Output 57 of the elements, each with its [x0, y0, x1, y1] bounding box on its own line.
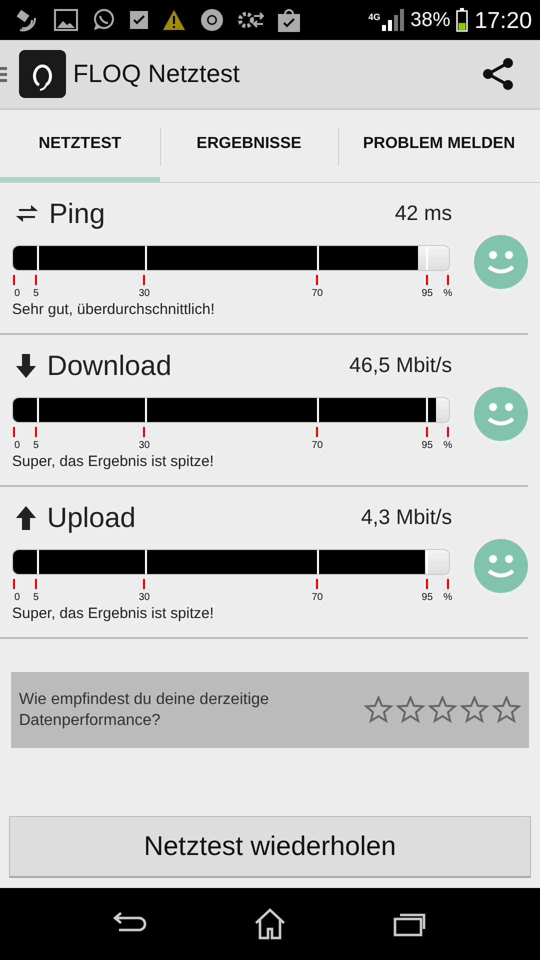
app-title: FLOQ Netztest [73, 60, 240, 88]
tab[interactable]: ERGEBNISSE [160, 110, 338, 182]
scale-label: 95 [422, 288, 433, 299]
chat-icon [92, 8, 116, 32]
share-icon[interactable] [482, 58, 514, 90]
browser-icon [200, 8, 224, 32]
scale-label: 5 [33, 592, 39, 603]
scale-label: 5 [33, 440, 39, 451]
scale-label: 0 [14, 440, 20, 451]
scale-label: 0 [14, 288, 20, 299]
warning-icon [162, 9, 186, 31]
tab[interactable]: NETZTEST [0, 110, 160, 182]
smiley-icon [474, 387, 528, 441]
network-type: 4G [368, 12, 380, 22]
scale-label: % [443, 592, 452, 603]
metric-title: Upload [47, 502, 136, 534]
scale-label: 95 [422, 440, 433, 451]
rating-question: Wie empfindest du deine derzeitige Datenperformance? [19, 690, 270, 731]
recent-apps-icon[interactable] [393, 911, 427, 937]
tab[interactable]: PROBLEM MELDEN [338, 110, 540, 182]
app-logo[interactable] [19, 50, 66, 98]
menu-icon[interactable] [0, 66, 7, 82]
signal-icon [382, 9, 404, 31]
result-verdict: Sehr gut, überdurchschnittlich! [12, 301, 216, 318]
battery-percent: 38% [410, 8, 450, 32]
metric-reading: 42 ms [394, 202, 452, 226]
battery-icon [456, 8, 468, 32]
checkbox-icon [130, 11, 148, 29]
star-rating[interactable] [364, 696, 521, 724]
clock: 17:20 [474, 6, 532, 34]
smiley-icon [474, 235, 528, 289]
repeat-test-button[interactable]: Netztest wiederholen [9, 816, 531, 878]
scale-label: 5 [33, 288, 39, 299]
metric-title: Ping [49, 198, 106, 230]
home-icon[interactable] [253, 908, 287, 940]
scale-label: 70 [312, 440, 323, 451]
scale-label: 70 [312, 288, 323, 299]
sync-settings-icon [238, 10, 264, 30]
metric-title: Download [47, 350, 172, 382]
scale-label: % [443, 288, 452, 299]
scale-label: 30 [138, 592, 150, 603]
image-icon [54, 9, 78, 31]
up-arrow-icon [15, 506, 37, 530]
shopping-bag-icon [278, 8, 300, 32]
scale-label: 0 [14, 592, 20, 603]
metric-reading: 46,5 Mbit/s [349, 354, 452, 378]
scale-label: % [443, 440, 452, 451]
result-verdict: Super, das Ergebnis ist spitze! [12, 605, 215, 622]
metric-reading: 4,3 Mbit/s [360, 506, 452, 530]
result-verdict: Super, das Ergebnis ist spitze! [12, 453, 215, 470]
smiley-icon [474, 539, 528, 593]
scale-label: 30 [138, 288, 150, 299]
down-arrow-icon [15, 354, 37, 378]
scale-label: 30 [138, 440, 150, 451]
scale-label: 95 [422, 592, 433, 603]
swap-arrows-icon [15, 203, 39, 225]
scale-label: 70 [312, 592, 323, 603]
